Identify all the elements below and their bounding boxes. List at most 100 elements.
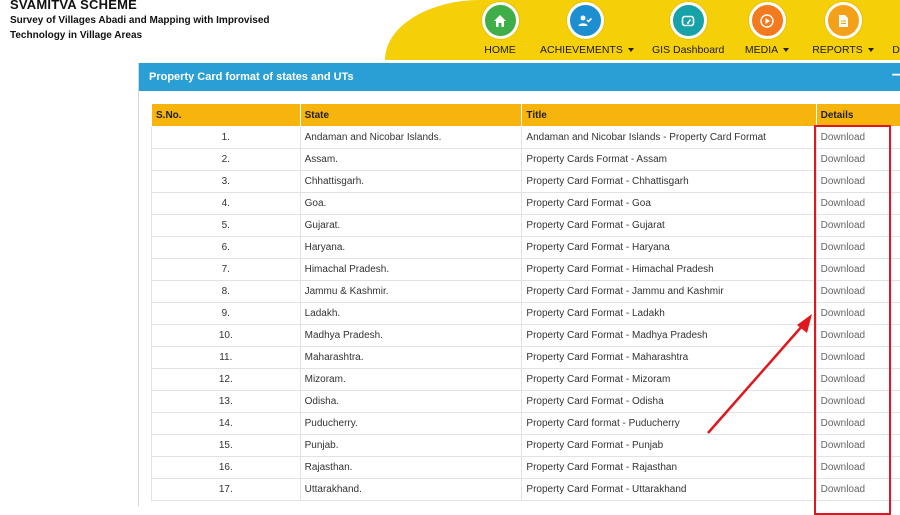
col-header-title: Title xyxy=(522,104,816,127)
state-cell: Gujarat. xyxy=(300,215,522,237)
state-cell: Odisha. xyxy=(300,391,522,413)
title-cell: Property Card Format - Maharashtra xyxy=(522,347,816,369)
sno-cell: 10. xyxy=(152,325,301,347)
download-link[interactable]: Download xyxy=(816,237,900,259)
collapse-icon[interactable]: − xyxy=(892,62,900,90)
title-cell: Property Card Format - Gujarat xyxy=(522,215,816,237)
sno-cell: 6. xyxy=(152,237,301,259)
title-cell: Property Card Format - Himachal Pradesh xyxy=(522,259,816,281)
table-row: 13.Odisha.Property Card Format - OdishaD… xyxy=(152,391,900,413)
sno-cell: 1. xyxy=(152,127,301,149)
download-link[interactable]: Download xyxy=(816,171,900,193)
sno-cell: 8. xyxy=(152,281,301,303)
download-link[interactable]: Download xyxy=(816,303,900,325)
state-cell: Madhya Pradesh. xyxy=(300,325,522,347)
download-link[interactable]: Download xyxy=(816,413,900,435)
table-row: 16.Rajasthan.Property Card Format - Raja… xyxy=(152,457,900,479)
state-cell: Rajasthan. xyxy=(300,457,522,479)
table-row: 4.Goa.Property Card Format - GoaDownload xyxy=(152,193,900,215)
state-cell: Andaman and Nicobar Islands. xyxy=(300,127,522,149)
title-cell: Property Card Format - Goa xyxy=(522,193,816,215)
table-row: 8.Jammu & Kashmir.Property Card Format -… xyxy=(152,281,900,303)
download-link[interactable]: Download xyxy=(816,435,900,457)
table-header-row: S.No. State Title Details xyxy=(152,104,900,127)
nav-reports[interactable]: REPORTS xyxy=(812,0,874,56)
state-cell: Assam. xyxy=(300,149,522,171)
state-cell: Jammu & Kashmir. xyxy=(300,281,522,303)
site-title: SVAMITVA SCHEME xyxy=(10,0,137,12)
site-subtitle: Survey of Villages Abadi and Mapping wit… xyxy=(10,13,280,43)
download-link[interactable]: Download xyxy=(816,369,900,391)
table-row: 7.Himachal Pradesh.Property Card Format … xyxy=(152,259,900,281)
nav-home[interactable]: HOME xyxy=(480,0,520,56)
sno-cell: 16. xyxy=(152,457,301,479)
title-cell: Property Card Format - Odisha xyxy=(522,391,816,413)
title-cell: Property Card format - Puducherry xyxy=(522,413,816,435)
state-cell: Himachal Pradesh. xyxy=(300,259,522,281)
nav-media-label: MEDIA xyxy=(745,44,778,56)
sno-cell: 13. xyxy=(152,391,301,413)
nav-gis-label: GIS Dashboard xyxy=(652,44,724,56)
download-link[interactable]: Download xyxy=(816,281,900,303)
home-icon xyxy=(482,2,519,39)
sno-cell: 11. xyxy=(152,347,301,369)
sno-cell: 5. xyxy=(152,215,301,237)
nav-achievements[interactable]: ACHIEVEMENTS xyxy=(540,0,630,56)
title-cell: Property Card Format - Jammu and Kashmir xyxy=(522,281,816,303)
table-row: 2.Assam.Property Cards Format - AssamDow… xyxy=(152,149,900,171)
table-row: 1.Andaman and Nicobar Islands.Andaman an… xyxy=(152,127,900,149)
play-icon xyxy=(749,2,786,39)
table-row: 3.Chhattisgarh.Property Card Format - Ch… xyxy=(152,171,900,193)
title-cell: Andaman and Nicobar Islands - Property C… xyxy=(522,127,816,149)
title-cell: Property Cards Format - Assam xyxy=(522,149,816,171)
chevron-down-icon xyxy=(868,48,874,52)
sno-cell: 7. xyxy=(152,259,301,281)
user-check-icon xyxy=(567,2,604,39)
nav-home-label: HOME xyxy=(480,44,520,56)
download-link[interactable]: Download xyxy=(816,391,900,413)
table-row: 14.Puducherry.Property Card format - Pud… xyxy=(152,413,900,435)
sno-cell: 17. xyxy=(152,479,301,501)
chevron-down-icon xyxy=(783,48,789,52)
nav-gis-dashboard[interactable]: GIS Dashboard xyxy=(652,0,724,56)
download-link[interactable]: Download xyxy=(816,479,900,501)
nav-more[interactable]: D xyxy=(892,0,900,56)
download-link[interactable]: Download xyxy=(816,127,900,149)
title-cell: Property Card Format - Punjab xyxy=(522,435,816,457)
sno-cell: 3. xyxy=(152,171,301,193)
sno-cell: 14. xyxy=(152,413,301,435)
download-link[interactable]: Download xyxy=(816,325,900,347)
nav-reports-label: REPORTS xyxy=(812,44,863,56)
sno-cell: 4. xyxy=(152,193,301,215)
download-link[interactable]: Download xyxy=(816,457,900,479)
download-link[interactable]: Download xyxy=(816,149,900,171)
download-link[interactable]: Download xyxy=(816,215,900,237)
download-link[interactable]: Download xyxy=(816,259,900,281)
download-link[interactable]: Download xyxy=(816,193,900,215)
table-row: 10.Madhya Pradesh.Property Card Format -… xyxy=(152,325,900,347)
table-row: 11.Maharashtra.Property Card Format - Ma… xyxy=(152,347,900,369)
nav-more-label: D xyxy=(892,44,900,56)
nav-media[interactable]: MEDIA xyxy=(744,0,790,56)
col-header-state: State xyxy=(300,104,522,127)
state-cell: Mizoram. xyxy=(300,369,522,391)
sno-cell: 15. xyxy=(152,435,301,457)
panel-title: Property Card format of states and UTs xyxy=(149,71,354,83)
title-cell: Property Card Format - Uttarakhand xyxy=(522,479,816,501)
site-header: SVAMITVA SCHEME Survey of Villages Abadi… xyxy=(0,0,900,60)
dashboard-icon xyxy=(670,2,707,39)
state-cell: Chhattisgarh. xyxy=(300,171,522,193)
state-cell: Puducherry. xyxy=(300,413,522,435)
sno-cell: 2. xyxy=(152,149,301,171)
col-header-sno: S.No. xyxy=(152,104,301,127)
title-cell: Property Card Format - Chhattisgarh xyxy=(522,171,816,193)
panel-header[interactable]: Property Card format of states and UTs − xyxy=(139,63,900,91)
title-cell: Property Card Format - Mizoram xyxy=(522,369,816,391)
download-link[interactable]: Download xyxy=(816,347,900,369)
table-body: 1.Andaman and Nicobar Islands.Andaman an… xyxy=(152,127,900,501)
property-card-panel: Property Card format of states and UTs −… xyxy=(138,63,900,506)
table-row: 9.Ladakh.Property Card Format - LadakhDo… xyxy=(152,303,900,325)
title-cell: Property Card Format - Ladakh xyxy=(522,303,816,325)
col-header-details: Details xyxy=(816,104,900,127)
sno-cell: 9. xyxy=(152,303,301,325)
